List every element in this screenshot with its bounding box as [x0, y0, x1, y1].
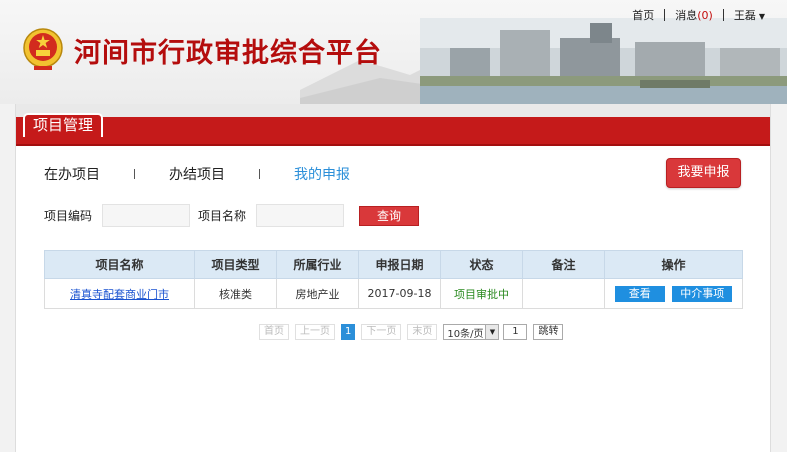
caret-down-icon: ▼ [758, 12, 765, 21]
nav-home-link[interactable]: 首页 [632, 7, 654, 23]
projects-table: 项目名称 项目类型 所属行业 申报日期 状态 备注 操作 清真寺配套商业门市 核… [44, 250, 743, 309]
top-nav: 首页 消息(0) 王磊 ▼ [632, 7, 765, 23]
nav-messages-label: 消息 [675, 9, 698, 22]
site-header: 河间市行政审批综合平台 首页 消息(0) 王磊 ▼ [0, 0, 787, 104]
cell-note [522, 278, 605, 309]
national-emblem-logo [23, 28, 63, 70]
project-name-input[interactable] [256, 204, 345, 227]
first-page-button[interactable]: 首页 [259, 324, 289, 340]
col-header-status: 状态 [440, 250, 523, 279]
page-number-current[interactable]: 1 [341, 324, 356, 340]
cell-date: 2017-09-18 [358, 278, 441, 309]
pagination: 首页 上一页 1 下一页 末页 10条/页 ▼ 1 跳转 [259, 324, 564, 340]
col-header-name: 项目名称 [44, 250, 195, 279]
cell-actions: 查看 中介事项 [604, 278, 743, 309]
message-count-close-paren: ) [708, 9, 713, 22]
page-size-value: 10条/页 [447, 328, 484, 340]
project-name-label: 项目名称 [198, 209, 247, 223]
project-code-filter: 项目编码 [44, 204, 191, 227]
col-header-note: 备注 [522, 250, 605, 279]
user-name: 王磊 [733, 9, 756, 22]
nav-divider [722, 9, 724, 21]
col-header-industry: 所属行业 [276, 250, 359, 279]
cell-status: 项目审批中 [440, 278, 523, 309]
cell-type: 核准类 [194, 278, 277, 309]
page-jump-button[interactable]: 跳转 [533, 324, 564, 340]
project-code-input[interactable] [102, 204, 191, 227]
cell-name: 清真寺配套商业门市 [44, 278, 195, 309]
subtab-in-progress[interactable]: 在办项目 [44, 164, 100, 184]
tab-project-management[interactable]: 项目管理 [23, 113, 104, 137]
table-header-row: 项目名称 项目类型 所属行业 申报日期 状态 备注 操作 [44, 250, 743, 279]
sub-tabs: 在办项目 办结项目 我的申报 [44, 164, 350, 184]
subtab-my-applications[interactable]: 我的申报 [294, 164, 350, 184]
last-page-button[interactable]: 末页 [407, 324, 438, 340]
user-menu[interactable]: 王磊 ▼ [734, 7, 765, 23]
col-header-actions: 操作 [604, 250, 743, 279]
panel-top-bar [16, 104, 770, 117]
project-code-label: 项目编码 [44, 209, 93, 223]
subtab-divider [134, 169, 135, 179]
agency-matters-button[interactable]: 中介事项 [672, 285, 733, 302]
col-header-type: 项目类型 [194, 250, 277, 279]
view-button[interactable]: 查看 [614, 285, 665, 302]
col-header-date: 申报日期 [358, 250, 441, 279]
subtab-divider [259, 169, 260, 179]
cell-industry: 房地产业 [276, 278, 359, 309]
page-jump-input[interactable]: 1 [503, 324, 528, 340]
message-count-badge: 0 [701, 9, 709, 22]
search-button[interactable]: 查询 [359, 206, 419, 226]
apply-button[interactable]: 我要申报 [666, 158, 741, 188]
tab-bar: 项目管理 [16, 113, 770, 146]
project-name-link[interactable]: 清真寺配套商业门市 [70, 288, 169, 301]
nav-messages-link[interactable]: 消息(0) [675, 7, 713, 23]
city-scene-image [420, 18, 787, 104]
site-title: 河间市行政审批综合平台 [74, 38, 382, 69]
table-row: 清真寺配套商业门市 核准类 房地产业 2017-09-18 项目审批中 查看 中… [44, 278, 743, 309]
subtab-completed[interactable]: 办结项目 [169, 164, 225, 184]
project-name-filter: 项目名称 [198, 204, 345, 227]
nav-divider [664, 9, 666, 21]
next-page-button[interactable]: 下一页 [361, 324, 402, 340]
dropdown-arrow-icon: ▼ [485, 325, 499, 339]
page-size-select[interactable]: 10条/页 ▼ [443, 324, 500, 340]
project-panel: 项目管理 在办项目 办结项目 我的申报 我要申报 项目编码 项目名称 查询 项目… [15, 104, 771, 452]
prev-page-button[interactable]: 上一页 [295, 324, 335, 340]
